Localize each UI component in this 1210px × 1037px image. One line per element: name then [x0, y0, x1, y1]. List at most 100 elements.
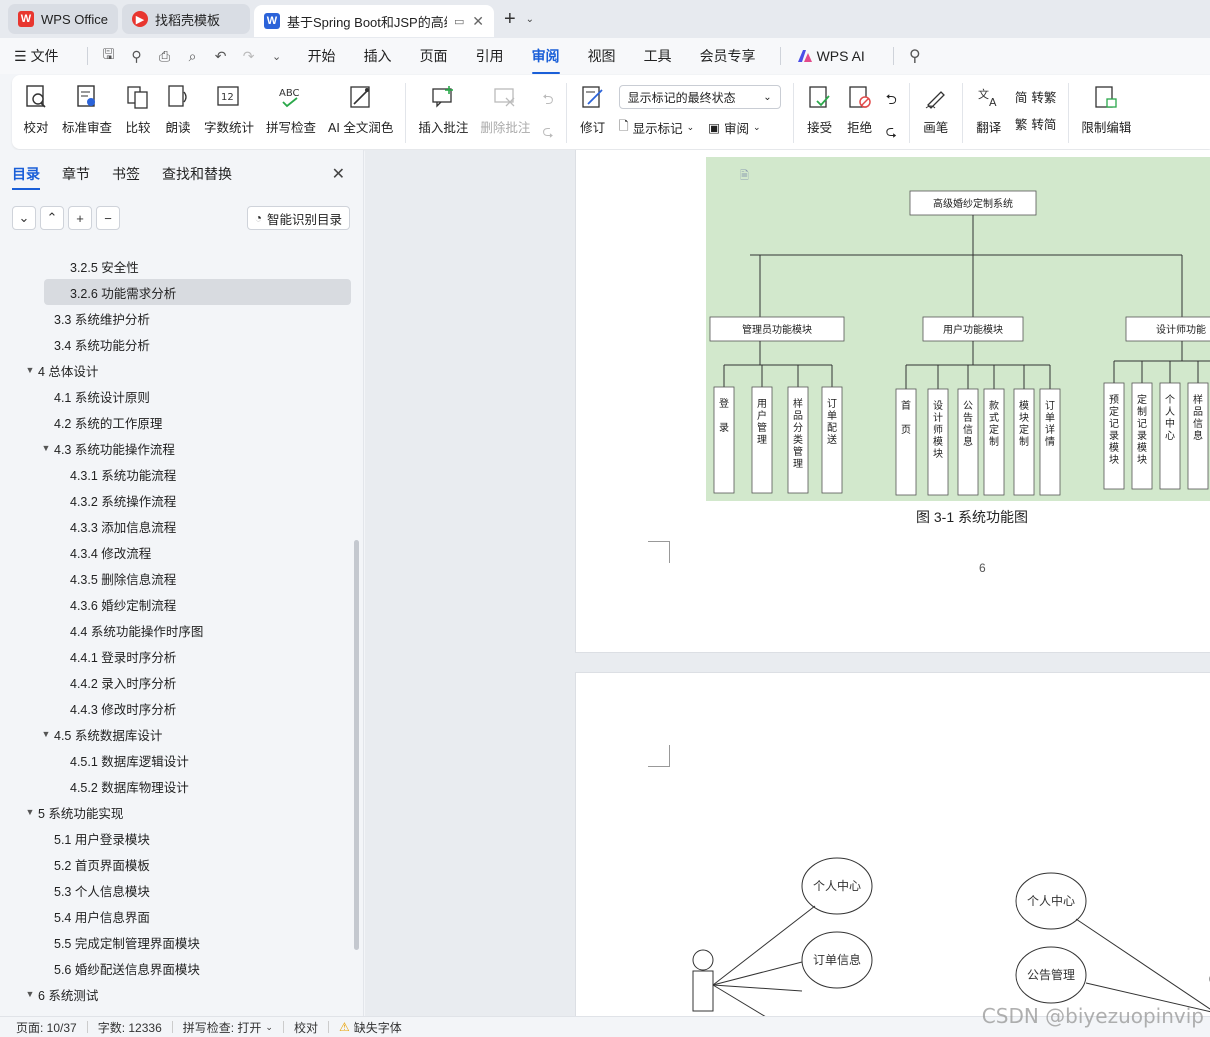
accept-button[interactable]: 接受 — [806, 83, 834, 136]
toc-item[interactable]: 4.5.2 数据库物理设计 — [0, 773, 355, 799]
file-menu[interactable]: ☰ 文件 — [14, 46, 59, 66]
tab-template[interactable]: ▶ 找稻壳模板 — [121, 4, 250, 34]
save-icon[interactable]: 🖫 — [98, 45, 120, 67]
menu-tab-tools[interactable]: 工具 — [644, 40, 672, 72]
nav-tab-find-replace[interactable]: 查找和替换 — [162, 164, 232, 190]
undo-icon[interactable]: ↶ — [210, 45, 232, 67]
display-state-select[interactable]: 显示标记的最终状态 ⌄ — [618, 85, 781, 109]
translate-button[interactable]: 文A 翻译 — [975, 83, 1003, 136]
toc-item[interactable]: 5.3 个人信息模块 — [0, 877, 355, 903]
close-icon[interactable]: ✕ — [472, 13, 484, 30]
new-tab-icon[interactable]: + — [498, 8, 522, 31]
redo-icon[interactable]: ↷ — [238, 45, 260, 67]
toc-item[interactable]: 3.3 系统维护分析 — [0, 305, 355, 331]
menu-tab-review[interactable]: 审阅 — [531, 40, 560, 74]
standard-review-button[interactable]: 标准审查 — [62, 83, 112, 136]
expand-down-icon[interactable]: ⌄ — [12, 206, 36, 230]
toc-item[interactable]: 3.4 系统功能分析 — [0, 331, 355, 357]
toc-item[interactable]: 4.2 系统的工作原理 — [0, 409, 355, 435]
restrict-edit-button[interactable]: 限制编辑 — [1081, 83, 1131, 136]
toc-item[interactable]: ▼ 4 总体设计 — [0, 357, 355, 383]
caret-down-icon[interactable]: ▼ — [38, 443, 54, 453]
missing-font-indicator[interactable]: ⚠ 缺失字体 — [339, 1019, 402, 1036]
toc-item[interactable]: 4.3.3 添加信息流程 — [0, 513, 355, 539]
next-change-icon[interactable]: ⮎ — [886, 121, 897, 145]
toc-scrollbar[interactable] — [354, 540, 359, 950]
chevron-down-icon[interactable]: ⌄ — [526, 14, 534, 25]
review-pane-button[interactable]: ▣ 审阅 ⌄ — [708, 117, 760, 138]
toc-item[interactable]: ▼ 4.3 系统功能操作流程 — [0, 435, 355, 461]
toc-item[interactable]: 5.2 首页界面模板 — [0, 851, 355, 877]
ai-polish-button[interactable]: AI 全文润色 — [328, 83, 393, 136]
proof-indicator[interactable]: 校对 — [294, 1019, 318, 1036]
toc-item[interactable]: 3.2.6 功能需求分析 — [44, 279, 351, 305]
print-preview-icon[interactable]: ⌕ — [182, 45, 204, 67]
page-indicator[interactable]: 页面: 10/37 — [16, 1019, 77, 1036]
spell-check-button[interactable]: ABC 拼写检查 — [266, 83, 316, 136]
compare-button[interactable]: 比较 — [124, 83, 152, 136]
insert-comment-button[interactable]: 插入批注 — [418, 83, 468, 136]
previous-comment-icon[interactable]: ⮌ — [542, 89, 553, 113]
caret-down-icon[interactable]: ▼ — [38, 729, 54, 739]
toc-item[interactable]: 4.3.5 删除信息流程 — [0, 565, 355, 591]
toc-item[interactable]: 4.4.3 修改时序分析 — [0, 695, 355, 721]
tab-wps-office[interactable]: W WPS Office — [8, 4, 118, 34]
menu-tab-view[interactable]: 视图 — [588, 40, 616, 72]
menu-tab-reference[interactable]: 引用 — [476, 40, 504, 72]
proofread-button[interactable]: 校对 — [22, 83, 50, 136]
to-traditional-button[interactable]: 简转繁 — [1015, 87, 1057, 106]
link-icon[interactable]: ⚲ — [126, 45, 148, 67]
toc-item[interactable]: 4.4.2 录入时序分析 — [0, 669, 355, 695]
search-icon[interactable]: ⚲ — [904, 45, 926, 67]
word-count-button[interactable]: 12 字数统计 — [204, 83, 254, 136]
remove-icon[interactable]: − — [96, 206, 120, 230]
caret-down-icon[interactable]: ▼ — [22, 989, 38, 999]
toc-item[interactable]: 4.3.1 系统功能流程 — [0, 461, 355, 487]
tab-document[interactable]: W 基于Spring Boot和JSP的高级 ▭ ✕ — [253, 5, 494, 37]
nav-tab-sections[interactable]: 章节 — [62, 164, 90, 190]
toc-item[interactable]: ▼ 6 系统测试 — [0, 981, 355, 1007]
read-aloud-button[interactable]: 朗读 — [164, 83, 192, 136]
word-count-indicator[interactable]: 字数: 12336 — [98, 1019, 162, 1036]
spell-check-indicator[interactable]: 拼写检查: 打开 ⌄ — [183, 1019, 273, 1036]
menu-tab-start[interactable]: 开始 — [308, 40, 336, 72]
nav-tab-bookmarks[interactable]: 书签 — [112, 164, 140, 190]
delete-comment-button[interactable]: 删除批注 — [480, 83, 530, 136]
reject-button[interactable]: 拒绝 — [846, 83, 874, 136]
toc-item[interactable]: 5.6 婚纱配送信息界面模块 — [0, 955, 355, 981]
show-markup-button[interactable]: 🗋 显示标记 ⌄ — [619, 117, 695, 138]
toc-item[interactable]: 5.4 用户信息界面 — [0, 903, 355, 929]
collapse-up-icon[interactable]: ⌃ — [40, 206, 64, 230]
smart-toc-button[interactable]: ◔ 智能识别目录 — [246, 206, 350, 230]
revise-button[interactable]: 修订 — [579, 83, 607, 136]
toc-item[interactable]: 4.4.1 登录时序分析 — [0, 643, 355, 669]
add-icon[interactable]: + — [68, 206, 92, 230]
diagram-leaf-box-label: 样品信息 — [1193, 393, 1203, 442]
menu-tab-insert[interactable]: 插入 — [364, 40, 392, 72]
nav-tab-toc[interactable]: 目录 — [12, 164, 40, 190]
chevron-down-icon[interactable]: ⌄ — [266, 45, 288, 67]
menu-tab-page[interactable]: 页面 — [420, 40, 448, 72]
to-simplified-button[interactable]: 繁转简 — [1015, 114, 1057, 133]
caret-down-icon[interactable]: ▼ — [22, 365, 38, 375]
caret-down-icon[interactable]: ▼ — [22, 807, 38, 817]
toc-item[interactable]: 5.1 用户登录模块 — [0, 825, 355, 851]
toc-item[interactable]: ▼ 4.5 系统数据库设计 — [0, 721, 355, 747]
print-icon[interactable]: ⎙ — [154, 45, 176, 67]
toc-item[interactable]: 5.5 完成定制管理界面模块 — [0, 929, 355, 955]
toc-item[interactable]: 4.3.4 修改流程 — [0, 539, 355, 565]
wps-ai-button[interactable]: WPS AI — [797, 48, 865, 64]
menu-tab-member[interactable]: 会员专享 — [700, 40, 756, 72]
close-icon[interactable]: ✕ — [332, 164, 345, 184]
pen-button[interactable]: 画笔 — [922, 83, 950, 136]
toc-item[interactable]: 4.4 系统功能操作时序图 — [0, 617, 355, 643]
toc-item[interactable]: 4.5.1 数据库逻辑设计 — [0, 747, 355, 773]
toc-item[interactable]: 3.2.5 安全性 — [0, 253, 355, 279]
toc-item[interactable]: 4.1 系统设计原则 — [0, 383, 355, 409]
toc-item[interactable]: 4.3.2 系统操作流程 — [0, 487, 355, 513]
previous-change-icon[interactable]: ⮌ — [886, 89, 897, 113]
next-comment-icon[interactable]: ⮎ — [542, 121, 553, 145]
monitor-icon[interactable]: ▭ — [454, 15, 464, 28]
toc-item[interactable]: 4.3.6 婚纱定制流程 — [0, 591, 355, 617]
toc-item[interactable]: ▼ 5 系统功能实现 — [0, 799, 355, 825]
